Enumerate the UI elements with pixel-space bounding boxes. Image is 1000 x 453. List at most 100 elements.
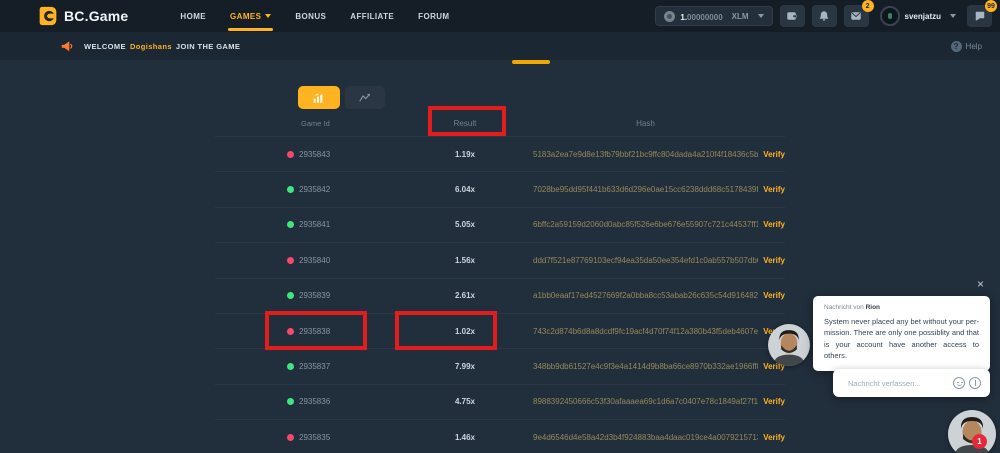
notifications-button[interactable]	[812, 5, 837, 27]
menu-item-bonus[interactable]: BONUS	[295, 0, 326, 32]
profile-menu[interactable]: svenjatzu	[880, 6, 956, 26]
status-dot	[287, 434, 294, 441]
welcome-username[interactable]: Dogishans	[130, 42, 172, 51]
game-id: 2935838	[299, 327, 330, 336]
hash-value: 9e4d6546d4e58a42d3b4f924883baa4daac019ce…	[530, 433, 758, 442]
balance-fraction: 00000000	[687, 13, 723, 22]
hash-value: 6bffc2a59159d2060d0abc85f526e6be676e5590…	[530, 220, 758, 229]
result-value: 2.61x	[400, 291, 530, 300]
mail-icon	[850, 10, 862, 22]
wallet-icon	[786, 10, 798, 22]
column-header-game-id: Game Id	[215, 119, 400, 128]
status-dot	[287, 292, 294, 299]
verify-link[interactable]: Verify	[758, 256, 785, 265]
trend-chart-icon	[358, 92, 372, 104]
table-row: 2935843 1.19x 5183a2ea7e9d8e13fb79bbf21b…	[215, 136, 785, 171]
hash-value: 348bb9db61527e4c9f3e4a1414d9b8ba66ce8970…	[530, 362, 758, 371]
help-label: Help	[966, 42, 982, 51]
table-body: 2935843 1.19x 5183a2ea7e9d8e13fb79bbf21b…	[215, 136, 785, 453]
column-header-result: Result	[400, 119, 530, 128]
status-dot	[287, 398, 294, 405]
menu-item-home[interactable]: HOME	[180, 0, 206, 32]
table-view-button[interactable]	[298, 86, 340, 109]
result-value: 5.05x	[400, 220, 530, 229]
main-menu: HOME GAMES BONUS AFFILIATE FORUM	[180, 0, 449, 32]
chat-widget-avatar[interactable]	[948, 410, 996, 453]
wallet-button[interactable]	[780, 5, 805, 27]
emoji-icon[interactable]	[953, 377, 965, 389]
hash-value: ddd7f521e87769103ecf94ea35da50ee354efd1c…	[530, 256, 758, 265]
result-value: 4.75x	[400, 397, 530, 406]
hash-value: 8988392450666c53f30afaaaea69c1d6a7c0407e…	[530, 397, 758, 406]
result-value: 6.04x	[400, 185, 530, 194]
game-id: 2935840	[299, 256, 330, 265]
messages-button[interactable]: 2	[844, 5, 869, 27]
username: svenjatzu	[905, 12, 941, 21]
chat-sender-avatar[interactable]	[768, 324, 810, 366]
table-row: 2935842 6.04x 7028be95dd95f441b633d6d296…	[215, 171, 785, 206]
bar-chart-icon	[312, 92, 326, 104]
table-row: 2935841 5.05x 6bffc2a59159d2060d0abc85f5…	[215, 207, 785, 242]
bc-game-page: BC.Game HOME GAMES BONUS AFFILIATE FORUM…	[0, 0, 1000, 453]
chat-from-name: Rion	[866, 304, 880, 311]
result-value: 1.19x	[400, 150, 530, 159]
chat-message-text: System never placed any bet without your…	[824, 316, 979, 361]
history-view-toggle	[298, 86, 385, 109]
chat-toggle-button[interactable]: 99	[967, 5, 992, 27]
chat-from-label: Nachricht von	[824, 304, 864, 311]
game-id: 2935839	[299, 291, 330, 300]
close-icon[interactable]: ×	[977, 278, 984, 290]
hash-value: 5183a2ea7e9d8e13fb79bbf21bc9ffc804dada4a…	[530, 150, 758, 159]
table-row: 2935835 1.46x 9e4d6546d4e58a42d3b4f92488…	[215, 419, 785, 453]
status-dot	[287, 186, 294, 193]
result-value: 1.02x	[400, 327, 530, 336]
table-row: 2935837 7.99x 348bb9db61527e4c9f3e4a1414…	[215, 348, 785, 383]
verify-link[interactable]: Verify	[758, 150, 785, 159]
hash-value: a1bb0eaaf17ed4527669f2a0bba8cc53abab26c6…	[530, 291, 758, 300]
join-text: JOIN THE GAME	[176, 42, 240, 51]
active-tab-underline	[512, 60, 550, 64]
result-value: 7.99x	[400, 362, 530, 371]
table-row: 2935839 2.61x a1bb0eaaf17ed4527669f2a0bb…	[215, 278, 785, 313]
chat-bubble-icon	[974, 10, 986, 22]
trend-view-button[interactable]	[345, 86, 385, 109]
chevron-down-icon	[950, 14, 956, 18]
coin-icon	[664, 11, 675, 22]
currency-label: XLM	[732, 12, 749, 21]
menu-item-games[interactable]: GAMES	[230, 0, 271, 32]
chat-message-card: Nachricht von Rion System never placed a…	[813, 296, 990, 371]
verify-link[interactable]: Verify	[758, 220, 785, 229]
verify-link[interactable]: Verify	[758, 185, 785, 194]
brand-logo[interactable]: BC.Game	[38, 6, 128, 26]
menu-item-affiliate[interactable]: AFFILIATE	[350, 0, 394, 32]
menu-item-games-label: GAMES	[230, 12, 261, 21]
attachment-icon[interactable]	[969, 377, 981, 389]
result-value: 1.46x	[400, 433, 530, 442]
brand-name: BC.Game	[64, 8, 128, 24]
game-id: 2935835	[299, 433, 330, 442]
mail-badge: 2	[862, 0, 874, 12]
game-id: 2935842	[299, 185, 330, 194]
game-id: 2935837	[299, 362, 330, 371]
verify-link[interactable]: Verify	[758, 291, 785, 300]
megaphone-icon	[60, 39, 74, 53]
hash-value: 7028be95dd95f441b633d6d296e0ae15cc6238dd…	[530, 185, 758, 194]
result-value: 1.56x	[400, 256, 530, 265]
hash-value: 743c2d874b6d8a8dcdf9fc19acf4d70f74f12a38…	[530, 327, 758, 336]
menu-item-forum[interactable]: FORUM	[418, 0, 449, 32]
verify-link[interactable]: Verify	[758, 433, 785, 442]
status-dot	[287, 151, 294, 158]
verify-link[interactable]: Verify	[758, 397, 785, 406]
chat-message-sender: Nachricht von Rion	[824, 304, 979, 311]
chat-unread-badge: 1	[972, 434, 987, 449]
status-dot	[287, 257, 294, 264]
table-row: 2935836 4.75x 8988392450666c53f30afaaaea…	[215, 384, 785, 419]
chat-input[interactable]: Nachricht verfassen...	[833, 369, 990, 397]
user-avatar-icon	[880, 6, 900, 26]
help-button[interactable]: ? Help	[951, 41, 982, 52]
chevron-down-icon	[265, 14, 271, 18]
table-header: Game Id Result Hash	[215, 110, 785, 136]
welcome-text: WELCOME	[84, 42, 126, 51]
balance-selector[interactable]: 1.00000000 XLM	[655, 6, 772, 26]
chevron-down-icon	[758, 14, 764, 18]
